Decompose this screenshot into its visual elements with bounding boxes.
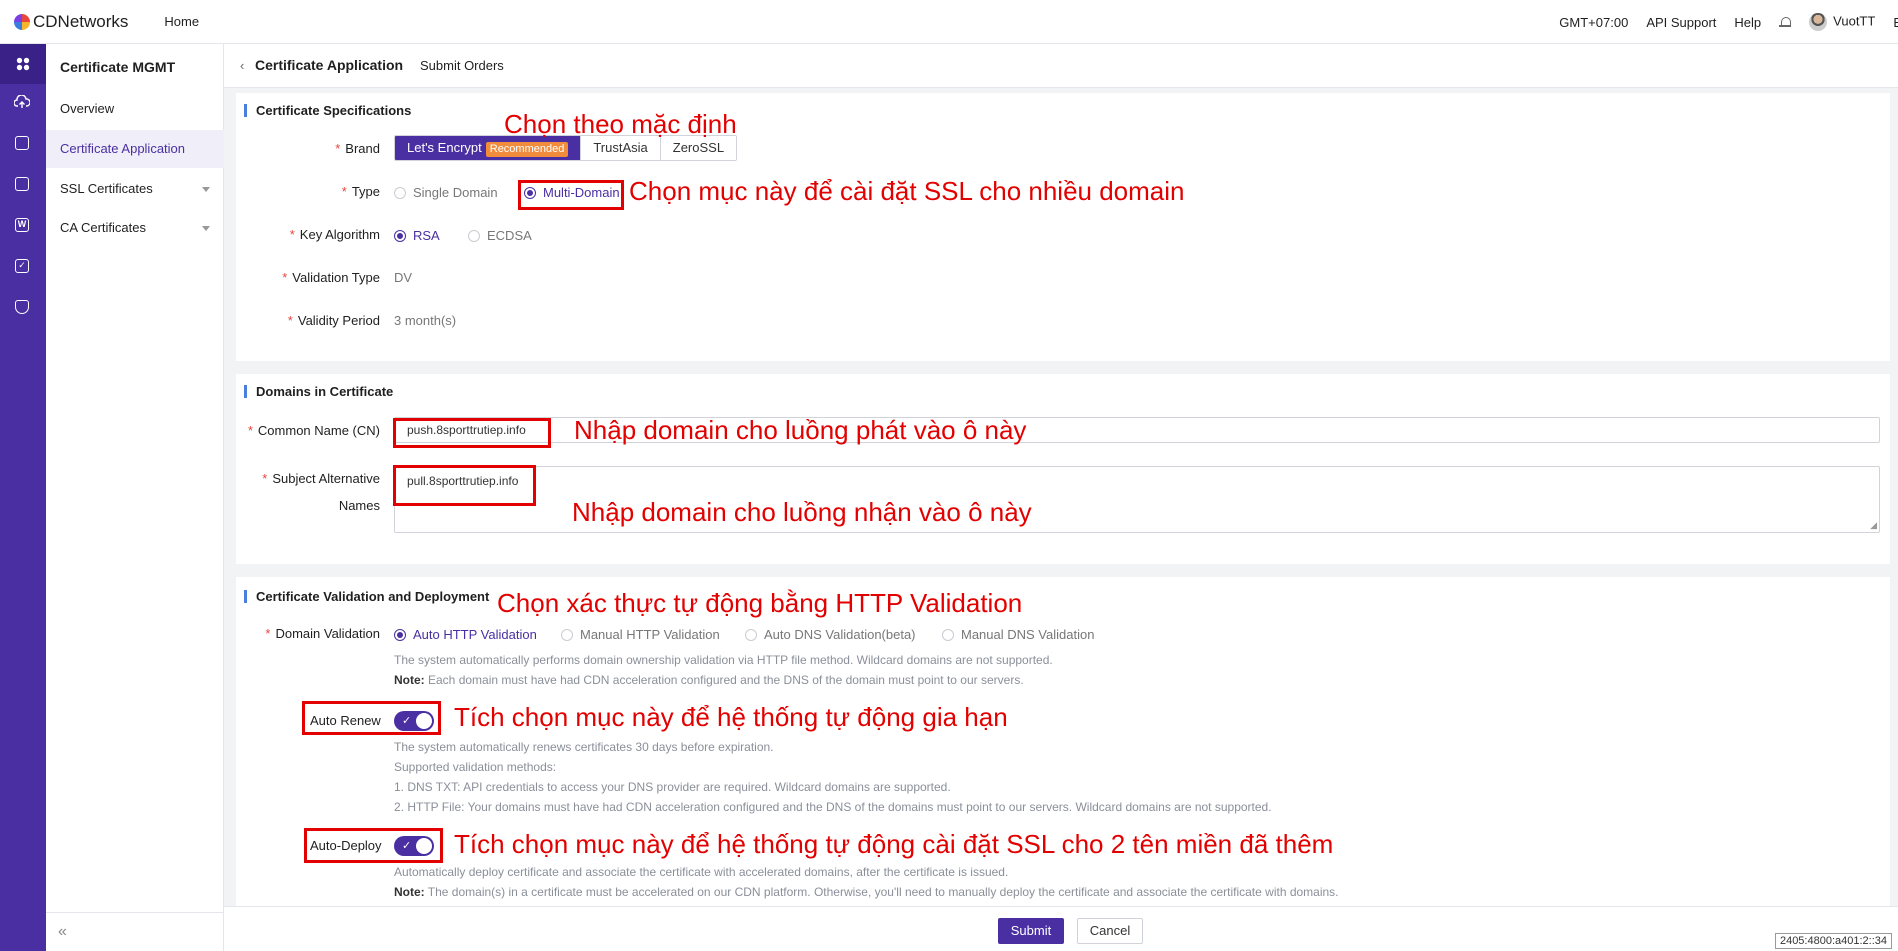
sidebar: Certificate MGMT Overview Certificate Ap…: [46, 44, 224, 951]
deploy-note: Note: The domain(s) in a certificate mus…: [394, 885, 1339, 899]
highlight-multi-domain: [518, 180, 624, 210]
manual-http-validation-radio[interactable]: Manual HTTP Validation: [561, 627, 720, 642]
renew-help-3: 1. DNS TXT: API credentials to access yo…: [394, 780, 951, 794]
sidebar-divider: [46, 912, 224, 913]
san-label-line2: Names: [338, 498, 380, 513]
media-icon[interactable]: [14, 135, 30, 151]
radio-dot: [942, 628, 954, 641]
avatar: [1809, 13, 1828, 31]
user-menu[interactable]: VuotTT: [1809, 13, 1875, 31]
bell-icon[interactable]: [1779, 16, 1792, 28]
highlight-common-name: [393, 418, 551, 448]
collapse-sidebar-icon[interactable]: «: [58, 923, 67, 941]
validation-note: Note: Each domain must have had CDN acce…: [394, 673, 1024, 687]
recommended-badge: Recommended: [485, 142, 569, 157]
renew-help-1: The system automatically renews certific…: [394, 740, 774, 754]
radio-dot: [394, 229, 406, 242]
radio-dot: [394, 628, 406, 641]
highlight-auto-renew: [302, 701, 441, 735]
ip-address-tag: 2405:4800:a401:2::34: [1774, 933, 1892, 949]
annotation-auto-renew: Tích chọn mục này để hệ thống tự động gi…: [454, 702, 1008, 732]
type-single-domain-radio[interactable]: Single Domain: [394, 185, 498, 200]
section-title: Certificate Specifications: [244, 104, 411, 117]
validation-help: The system automatically performs domain…: [394, 653, 1053, 667]
sidebar-item-label: SSL Certificates: [60, 181, 153, 196]
validity-period-value: 3 month(s): [394, 313, 457, 328]
brand-name: CDNetworks: [33, 11, 129, 31]
cancel-button[interactable]: Cancel: [1077, 918, 1143, 944]
back-chevron-icon[interactable]: ‹: [240, 58, 244, 73]
logo-icon: [14, 13, 30, 30]
top-right-menu: GMT+07:00 API Support Help VuotTT E: [1559, 0, 1898, 44]
deploy-help: Automatically deploy certificate and ass…: [394, 865, 1009, 879]
breadcrumb: ‹ Certificate Application Submit Orders: [224, 44, 1898, 88]
cloud-upload-icon[interactable]: [14, 94, 30, 110]
annotation-san: Nhập domain cho luồng nhận vào ô này: [572, 497, 1032, 527]
annotation-multi-domain: Chọn mục này để cài đặt SSL cho nhiều do…: [629, 176, 1185, 206]
renew-help-4: 2. HTTP File: Your domains must have had…: [394, 800, 1272, 814]
api-support-link[interactable]: API Support: [1646, 15, 1716, 30]
sidebar-item-ssl-certificates[interactable]: SSL Certificates: [46, 170, 224, 208]
algo-rsa-radio[interactable]: RSA: [394, 228, 440, 243]
submit-button[interactable]: Submit: [998, 918, 1064, 944]
highlight-auto-deploy: [304, 828, 443, 863]
radio-dot: [745, 628, 757, 641]
sidebar-item-overview[interactable]: Overview: [46, 90, 224, 128]
certificate-specifications-card: Certificate Specifications * Brand Let's …: [236, 93, 1890, 361]
sidebar-item-certificate-application[interactable]: Certificate Application: [46, 130, 224, 168]
section-title: Certificate Validation and Deployment: [244, 590, 489, 603]
icon-rail: W ✓: [0, 44, 46, 951]
algo-ecdsa-radio[interactable]: ECDSA: [468, 228, 532, 243]
validation-type-value: DV: [394, 270, 413, 285]
annotation-common-name: Nhập domain cho luồng phát vào ô này: [574, 415, 1027, 445]
top-bar: CDNetworks Home GMT+07:00 API Support He…: [0, 0, 1898, 44]
help-link[interactable]: Help: [1734, 15, 1761, 30]
validity-period-label: * Validity Period: [287, 313, 380, 328]
annotation-auto-deploy: Tích chọn mục này để hệ thống tự động cà…: [454, 829, 1334, 859]
page-subtitle: Submit Orders: [420, 58, 504, 73]
user-name: VuotTT: [1833, 13, 1876, 29]
resize-handle-icon[interactable]: ◢: [1870, 520, 1877, 531]
nav-home[interactable]: Home: [164, 14, 199, 29]
apps-grid-icon[interactable]: [0, 44, 46, 84]
auto-http-validation-radio[interactable]: Auto HTTP Validation: [394, 627, 537, 642]
cdnetworks-logo[interactable]: CDNetworks: [14, 12, 128, 32]
shield-icon[interactable]: [14, 299, 30, 315]
sidebar-item-label: CA Certificates: [60, 220, 146, 235]
domain-validation-label: * Domain Validation: [265, 626, 380, 641]
highlight-san: [393, 465, 536, 506]
chevron-down-icon: [202, 226, 210, 231]
annotation-default-brand: Chọn theo mặc định: [504, 109, 737, 139]
stream-icon[interactable]: [14, 176, 30, 192]
radio-dot: [394, 186, 406, 199]
auto-dns-validation-radio[interactable]: Auto DNS Validation(beta): [745, 627, 916, 642]
brand-label: * Brand: [335, 141, 380, 156]
page-title: Certificate Application: [255, 57, 404, 73]
renew-help-2: Supported validation methods:: [394, 760, 557, 774]
radio-dot: [561, 628, 573, 641]
task-check-icon[interactable]: ✓: [14, 258, 30, 274]
sidebar-item-ca-certificates[interactable]: CA Certificates: [46, 209, 224, 247]
waf-icon[interactable]: W: [14, 217, 30, 233]
chevron-down-icon: [202, 187, 210, 192]
section-title: Domains in Certificate: [244, 385, 393, 398]
timezone-selector[interactable]: GMT+07:00: [1559, 15, 1628, 30]
type-label: * Type: [341, 184, 380, 199]
validation-type-label: * Validation Type: [282, 270, 380, 285]
overflow-text: E: [1893, 14, 1898, 30]
form-footer: Submit Cancel 2405:4800:a401:2::34: [224, 906, 1898, 951]
annotation-http-validation: Chọn xác thực tự động bằng HTTP Validati…: [497, 588, 1023, 618]
common-name-label: * Common Name (CN): [247, 423, 380, 438]
key-algorithm-label: * Key Algorithm: [289, 227, 380, 242]
manual-dns-validation-radio[interactable]: Manual DNS Validation: [942, 627, 1094, 642]
sidebar-title: Certificate MGMT: [60, 59, 176, 75]
san-label: * Subject Alternative: [262, 471, 380, 486]
radio-dot: [468, 229, 480, 242]
